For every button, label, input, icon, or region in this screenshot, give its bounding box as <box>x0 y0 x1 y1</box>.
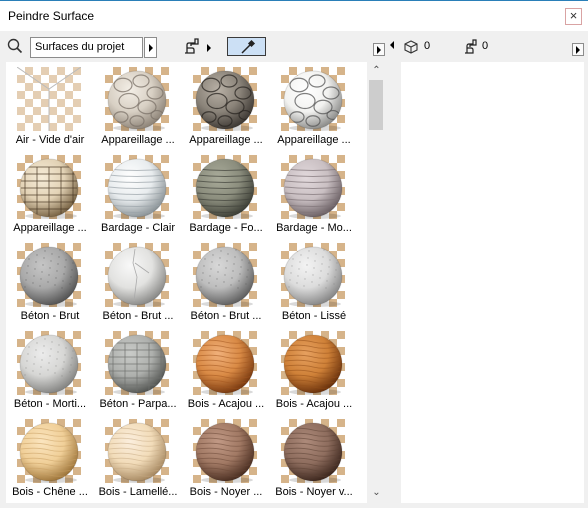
surface-label: Béton - Lissé <box>281 310 347 322</box>
surface-tile[interactable]: Béton - Parpa... <box>94 326 184 416</box>
surface-preview-sphere <box>193 331 257 395</box>
close-button[interactable]: × <box>565 8 582 25</box>
paint-roller-icon[interactable] <box>183 37 203 55</box>
surface-tile[interactable]: Béton - Brut ... <box>182 238 272 328</box>
surface-label: Appareillage ... <box>101 134 175 146</box>
surface-label: Béton - Parpa... <box>99 398 177 410</box>
surface-tile[interactable]: Béton - Morti... <box>6 326 96 416</box>
surface-label: Bois - Chêne ... <box>12 486 88 498</box>
surface-preview-sphere <box>193 155 257 219</box>
surface-label: Bois - Noyer v... <box>275 486 353 498</box>
surface-preview-sphere <box>17 243 81 307</box>
surface-preview-sphere <box>193 243 257 307</box>
surface-preview-sphere <box>193 67 257 131</box>
surface-tile[interactable]: Appareillage ... <box>94 62 184 152</box>
surface-label: Bois - Acajou ... <box>187 398 265 410</box>
surface-preview-sphere <box>105 243 169 307</box>
expand-left-arrow[interactable] <box>390 41 394 49</box>
surface-tile[interactable]: Appareillage ... <box>270 62 360 152</box>
surface-label: Bardage - Mo... <box>276 222 352 234</box>
surface-tile[interactable]: Béton - Lissé <box>270 238 360 328</box>
chevron-right-icon <box>576 46 580 54</box>
surface-tile[interactable]: Bois - Chêne ... <box>6 414 96 503</box>
surface-tile[interactable]: Air - Vide d'air <box>6 62 96 152</box>
surface-preview-sphere <box>17 67 81 131</box>
chevron-right-icon <box>149 44 153 52</box>
close-icon: × <box>569 8 578 23</box>
surface-details-panel <box>401 62 584 503</box>
surface-label: Béton - Brut <box>20 310 80 322</box>
collapse-panel-button[interactable] <box>373 43 385 56</box>
surface-label: Appareillage ... <box>277 134 351 146</box>
search-icon[interactable] <box>7 38 23 54</box>
surface-preview-sphere <box>17 419 81 483</box>
surface-label: Béton - Morti... <box>13 398 87 410</box>
surface-preview-sphere <box>105 67 169 131</box>
surface-label: Béton - Brut ... <box>190 310 262 322</box>
surface-preview-sphere <box>105 155 169 219</box>
eyedropper-icon <box>241 39 256 54</box>
surface-preview-sphere <box>17 155 81 219</box>
window-title: Peindre Surface <box>8 9 95 23</box>
chevron-right-icon <box>377 46 381 54</box>
scroll-up-icon[interactable]: ⌃ <box>370 65 383 76</box>
surface-label: Appareillage ... <box>189 134 263 146</box>
surface-tile[interactable]: Béton - Brut ... <box>94 238 184 328</box>
scroll-down-icon[interactable]: ⌄ <box>370 487 383 498</box>
surface-label: Bardage - Fo... <box>189 222 263 234</box>
surface-tile[interactable]: Bois - Acajou ... <box>270 326 360 416</box>
surface-label: Bois - Lamellé... <box>98 486 178 498</box>
surface-preview-sphere <box>281 419 345 483</box>
surface-label: Bois - Acajou ... <box>275 398 353 410</box>
surface-tile[interactable]: Bois - Noyer v... <box>270 414 360 503</box>
surface-tile[interactable]: Bardage - Mo... <box>270 150 360 240</box>
surface-preview-sphere <box>281 243 345 307</box>
cube-icon <box>404 40 418 54</box>
surface-tile[interactable]: Bardage - Fo... <box>182 150 272 240</box>
surface-label: Bois - Noyer ... <box>189 486 263 498</box>
surface-label: Appareillage ... <box>13 222 87 234</box>
surface-tile[interactable]: Béton - Brut <box>6 238 96 328</box>
surface-gallery: Air - Vide d'air Appareillage ... Appare… <box>6 62 386 503</box>
panel-menu-button[interactable] <box>572 43 584 56</box>
surface-label: Air - Vide d'air <box>15 134 85 146</box>
surface-label: Bardage - Clair <box>101 222 175 234</box>
surface-preview-sphere <box>281 67 345 131</box>
surface-preview-sphere <box>193 419 257 483</box>
surface-preview-sphere <box>105 331 169 395</box>
painted-count: 0 <box>482 40 489 52</box>
surface-filter-arrow-button[interactable] <box>144 37 157 58</box>
surface-preview-sphere <box>281 331 345 395</box>
surface-tile[interactable]: Bois - Acajou ... <box>182 326 272 416</box>
scrollbar-thumb[interactable] <box>369 80 383 130</box>
paint-roller-small-icon <box>465 39 477 54</box>
surface-tile[interactable]: Bardage - Clair <box>94 150 184 240</box>
eyedropper-button[interactable] <box>227 37 266 56</box>
brush-menu-arrow[interactable] <box>207 44 211 52</box>
surfaces-count: 0 <box>424 40 431 52</box>
surface-tile[interactable]: Appareillage ... <box>6 150 96 240</box>
surface-tile[interactable]: Bois - Noyer ... <box>182 414 272 503</box>
surface-tile[interactable]: Appareillage ... <box>182 62 272 152</box>
surface-filter-select[interactable]: Surfaces du projet <box>30 37 143 58</box>
surface-preview-sphere <box>17 331 81 395</box>
surface-preview-sphere <box>105 419 169 483</box>
surface-preview-sphere <box>281 155 345 219</box>
surface-label: Béton - Brut ... <box>102 310 174 322</box>
title-bar: Peindre Surface × <box>0 1 588 31</box>
surface-tile[interactable]: Bois - Lamellé... <box>94 414 184 503</box>
